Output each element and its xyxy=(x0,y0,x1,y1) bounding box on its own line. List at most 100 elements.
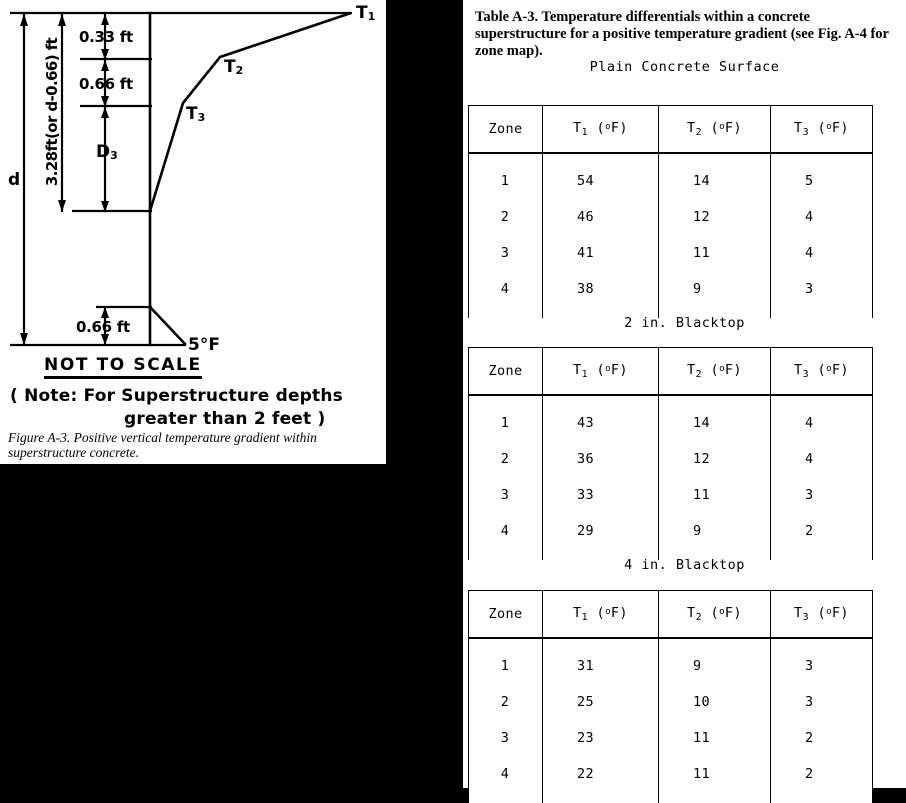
tables-panel: Table A-3. Temperature differentials wit… xyxy=(463,0,906,803)
curve-label-t3: T3 xyxy=(186,104,205,124)
curve-label-t2: T2 xyxy=(224,57,243,77)
cell-t2: 9 xyxy=(658,638,771,684)
cell-zone: 4 xyxy=(468,271,543,318)
cell-t3: 3 xyxy=(770,684,873,720)
cell-zone: 4 xyxy=(468,513,543,560)
dimension-label-3-28ft: 3.28ft(or d-0.66) ft xyxy=(43,37,61,187)
cell-t3: 3 xyxy=(770,638,873,684)
d3-subscript: 3 xyxy=(110,149,118,162)
cell-zone: 2 xyxy=(468,684,543,720)
cell-t3: 3 xyxy=(770,477,873,513)
dimension-label-0-33ft: 0.33 ft xyxy=(79,28,133,46)
dimension-label-0-66ft-lower: 0.66 ft xyxy=(76,318,130,336)
cell-t3: 4 xyxy=(770,235,873,271)
d3-base: D xyxy=(96,142,111,162)
cell-t1: 43 xyxy=(542,395,659,441)
cell-t2: 10 xyxy=(658,684,771,720)
cell-t3: 5 xyxy=(770,153,873,199)
cell-zone: 1 xyxy=(468,395,543,441)
figure-note-line-2: greater than 2 feet ) xyxy=(124,409,326,429)
table-row: 4 22 11 2 xyxy=(468,756,873,803)
table-row: 4 29 9 2 xyxy=(468,513,873,560)
curve-label-base-temperature: 5°F xyxy=(188,335,220,355)
cell-t1: 29 xyxy=(542,513,659,560)
cell-t1: 41 xyxy=(542,235,659,271)
cell-zone: 3 xyxy=(468,720,543,756)
dimension-label-d: d xyxy=(8,170,21,190)
cell-t1: 33 xyxy=(542,477,659,513)
t3-base: T xyxy=(186,104,198,124)
cell-t2: 11 xyxy=(658,756,771,803)
column-header-t3: T3 (oF) xyxy=(770,105,873,154)
cell-zone: 4 xyxy=(468,756,543,803)
cell-t2: 12 xyxy=(658,199,771,235)
cell-t1: 31 xyxy=(542,638,659,684)
cell-t2: 12 xyxy=(658,441,771,477)
cell-t3: 2 xyxy=(770,756,873,803)
column-header-t1: T1 (oF) xyxy=(542,105,659,154)
table-4in-blacktop: Zone T1 (oF) T2 (oF) T3 (oF) 1 31 9 3 2 … xyxy=(468,590,873,803)
curve-label-t1: T1 xyxy=(356,3,375,23)
cell-t1: 23 xyxy=(542,720,659,756)
column-header-t1: T1 (oF) xyxy=(542,347,659,396)
cell-t1: 36 xyxy=(542,441,659,477)
table-row: 2 25 10 3 xyxy=(468,684,873,720)
column-header-t1: T1 (oF) xyxy=(542,590,659,639)
cell-t2: 11 xyxy=(658,477,771,513)
column-header-t2: T2 (oF) xyxy=(658,105,771,154)
cell-zone: 3 xyxy=(468,235,543,271)
table-subtitle-4in-blacktop: 4 in. Blacktop xyxy=(624,557,745,573)
table-row: 2 46 12 4 xyxy=(468,199,873,235)
cell-t2: 11 xyxy=(658,235,771,271)
t2-base: T xyxy=(224,57,236,77)
column-header-zone: Zone xyxy=(468,105,543,154)
cell-t3: 4 xyxy=(770,441,873,477)
cell-zone: 2 xyxy=(468,199,543,235)
cell-zone: 3 xyxy=(468,477,543,513)
dimension-label-d3: D3 xyxy=(96,142,118,162)
t1-base: T xyxy=(356,3,368,23)
t3-subscript: 3 xyxy=(197,111,206,124)
table-subtitle-plain-concrete: Plain Concrete Surface xyxy=(589,59,780,75)
table-header-row: Zone T1 (oF) T2 (oF) T3 (oF) xyxy=(468,105,873,154)
column-header-t3: T3 (oF) xyxy=(770,590,873,639)
column-header-zone: Zone xyxy=(468,347,543,396)
not-to-scale-note: NOT TO SCALE xyxy=(44,355,202,379)
table-2in-blacktop: Zone T1 (oF) T2 (oF) T3 (oF) 1 43 14 4 2… xyxy=(468,347,873,560)
cell-t3: 2 xyxy=(770,513,873,560)
cell-t2: 14 xyxy=(658,153,771,199)
cell-t1: 22 xyxy=(542,756,659,803)
t1-subscript: 1 xyxy=(367,10,376,23)
table-header-row: Zone T1 (oF) T2 (oF) T3 (oF) xyxy=(468,590,873,639)
table-row: 2 36 12 4 xyxy=(468,441,873,477)
dimension-label-0-66ft-upper: 0.66 ft xyxy=(79,75,133,93)
table-row: 3 23 11 2 xyxy=(468,720,873,756)
table-row: 3 33 11 3 xyxy=(468,477,873,513)
figure-caption: Figure A-3. Positive vertical temperatur… xyxy=(8,430,317,460)
cell-t2: 9 xyxy=(658,271,771,318)
table-row: 1 43 14 4 xyxy=(468,395,873,441)
table-subtitle-2in-blacktop: 2 in. Blacktop xyxy=(624,315,745,331)
column-header-t2: T2 (oF) xyxy=(658,347,771,396)
cell-zone: 1 xyxy=(468,153,543,199)
table-row: 1 31 9 3 xyxy=(468,638,873,684)
cell-t1: 38 xyxy=(542,271,659,318)
figure-note-line-1: ( Note: For Superstructure depths xyxy=(10,386,343,406)
cell-t3: 4 xyxy=(770,395,873,441)
table-row: 3 41 11 4 xyxy=(468,235,873,271)
cell-t3: 2 xyxy=(770,720,873,756)
cell-t2: 9 xyxy=(658,513,771,560)
cell-t1: 54 xyxy=(542,153,659,199)
table-row: 4 38 9 3 xyxy=(468,271,873,318)
cell-t2: 14 xyxy=(658,395,771,441)
figure-panel: 0.33 ft 0.66 ft 0.66 ft d D3 3.28ft(or d… xyxy=(0,0,386,464)
table-row: 1 54 14 5 xyxy=(468,153,873,199)
table-header-row: Zone T1 (oF) T2 (oF) T3 (oF) xyxy=(468,347,873,396)
cell-t2: 11 xyxy=(658,720,771,756)
table-plain-concrete-surface: Zone T1 (oF) T2 (oF) T3 (oF) 1 54 14 5 2… xyxy=(468,105,873,318)
column-header-t2: T2 (oF) xyxy=(658,590,771,639)
cell-t3: 4 xyxy=(770,199,873,235)
cell-zone: 2 xyxy=(468,441,543,477)
cell-zone: 1 xyxy=(468,638,543,684)
column-header-t3: T3 (oF) xyxy=(770,347,873,396)
